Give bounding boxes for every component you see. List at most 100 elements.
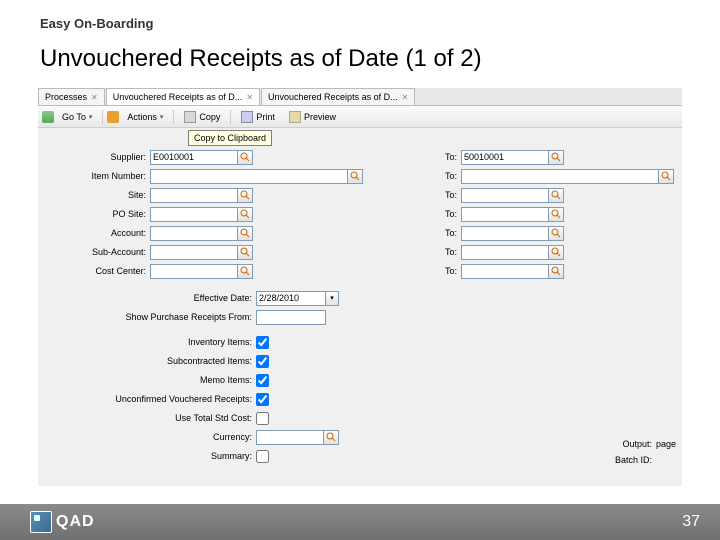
item-to-label: To: — [421, 171, 461, 181]
lookup-button[interactable] — [659, 169, 674, 184]
account-to-label: To: — [421, 228, 461, 238]
lookup-button[interactable] — [549, 245, 564, 260]
actions-button[interactable]: Actions ▾ — [121, 109, 169, 125]
chevron-down-icon: ▾ — [330, 294, 334, 302]
output-label: Output: — [606, 439, 656, 449]
batch-label: Batch ID: — [606, 455, 656, 465]
lookup-button[interactable] — [549, 207, 564, 222]
preview-button[interactable]: Preview — [283, 108, 342, 126]
print-label: Print — [256, 112, 275, 122]
memo-checkbox[interactable] — [256, 374, 269, 387]
search-icon — [240, 209, 250, 219]
separator — [173, 110, 174, 124]
lookup-button[interactable] — [238, 264, 253, 279]
site-to-input[interactable] — [461, 188, 549, 203]
account-input[interactable] — [150, 226, 238, 241]
search-icon — [326, 432, 336, 442]
site-to-label: To: — [421, 190, 461, 200]
currency-input[interactable] — [256, 430, 324, 445]
copy-button[interactable]: Copy — [178, 108, 226, 126]
goto-button[interactable]: Go To ▾ — [56, 109, 98, 125]
date-picker-button[interactable]: ▾ — [326, 291, 339, 306]
item-input[interactable] — [150, 169, 348, 184]
subaccount-input[interactable] — [150, 245, 238, 260]
costcenter-label: Cost Center: — [38, 266, 150, 276]
lookup-button[interactable] — [549, 226, 564, 241]
costcenter-input[interactable] — [150, 264, 238, 279]
search-icon — [240, 190, 250, 200]
costcenter-to-input[interactable] — [461, 264, 549, 279]
search-icon — [240, 152, 250, 162]
print-icon — [241, 111, 253, 123]
search-icon — [240, 266, 250, 276]
preview-icon — [289, 111, 301, 123]
supplier-input[interactable] — [150, 150, 238, 165]
app-window: Processes ✕ Unvouchered Receipts as of D… — [38, 88, 682, 486]
print-button[interactable]: Print — [235, 108, 281, 126]
lookup-button[interactable] — [348, 169, 363, 184]
subaccount-to-label: To: — [421, 247, 461, 257]
lookup-button[interactable] — [238, 188, 253, 203]
search-icon — [551, 247, 561, 257]
tab-processes[interactable]: Processes ✕ — [38, 88, 105, 105]
inventory-label: Inventory Items: — [38, 337, 256, 347]
tab-label: Unvouchered Receipts as of D... — [113, 92, 243, 102]
account-to-input[interactable] — [461, 226, 549, 241]
effdate-label: Effective Date: — [38, 293, 256, 303]
posite-input[interactable] — [150, 207, 238, 222]
summary-label: Summary: — [38, 451, 256, 461]
supplier-to-label: To: — [421, 152, 461, 162]
tab-unvouchered-2[interactable]: Unvouchered Receipts as of D... ✕ — [261, 88, 415, 105]
subcontracted-checkbox[interactable] — [256, 355, 269, 368]
unconfirmed-checkbox[interactable] — [256, 393, 269, 406]
lookup-button[interactable] — [324, 430, 339, 445]
form-area: Supplier: To: Item Number: To: — [38, 128, 682, 486]
lookup-button[interactable] — [549, 150, 564, 165]
usestd-label: Use Total Std Cost: — [38, 413, 256, 423]
tab-bar: Processes ✕ Unvouchered Receipts as of D… — [38, 88, 682, 106]
lookup-button[interactable] — [238, 207, 253, 222]
copy-icon — [184, 111, 196, 123]
subaccount-to-input[interactable] — [461, 245, 549, 260]
close-icon[interactable]: ✕ — [91, 93, 98, 102]
supplier-to-input[interactable] — [461, 150, 549, 165]
item-to-input[interactable] — [461, 169, 659, 184]
lookup-button[interactable] — [238, 150, 253, 165]
lookup-button[interactable] — [238, 245, 253, 260]
showfrom-label: Show Purchase Receipts From: — [38, 312, 256, 322]
subcontracted-label: Subcontracted Items: — [38, 356, 256, 366]
posite-label: PO Site: — [38, 209, 150, 219]
lookup-button[interactable] — [238, 226, 253, 241]
actions-label: Actions — [127, 112, 157, 122]
page-title: Unvouchered Receipts as of Date (1 of 2) — [0, 31, 720, 73]
goto-label: Go To — [62, 112, 86, 122]
site-input[interactable] — [150, 188, 238, 203]
logo: QAD — [30, 511, 95, 533]
separator — [102, 110, 103, 124]
page-number: 37 — [682, 513, 700, 531]
lookup-button[interactable] — [549, 188, 564, 203]
close-icon[interactable]: ✕ — [246, 93, 253, 102]
inventory-checkbox[interactable] — [256, 336, 269, 349]
search-icon — [551, 190, 561, 200]
currency-label: Currency: — [38, 432, 256, 442]
tab-unvouchered-1[interactable]: Unvouchered Receipts as of D... ✕ — [106, 88, 260, 105]
action-icon[interactable] — [107, 111, 119, 123]
usestd-checkbox[interactable] — [256, 412, 269, 425]
supplier-label: Supplier: — [38, 152, 150, 162]
back-icon[interactable] — [42, 111, 54, 123]
preview-label: Preview — [304, 112, 336, 122]
costcenter-to-label: To: — [421, 266, 461, 276]
lookup-button[interactable] — [549, 264, 564, 279]
tab-label: Unvouchered Receipts as of D... — [268, 92, 398, 102]
search-icon — [661, 171, 671, 181]
effdate-input[interactable] — [256, 291, 326, 306]
tooltip: Copy to Clipboard — [188, 130, 272, 146]
search-icon — [240, 247, 250, 257]
summary-checkbox[interactable] — [256, 450, 269, 463]
posite-to-input[interactable] — [461, 207, 549, 222]
close-icon[interactable]: ✕ — [402, 93, 409, 102]
copy-label: Copy — [199, 112, 220, 122]
toolbar: Go To ▾ Actions ▾ Copy Print Preview — [38, 106, 682, 128]
showfrom-input[interactable] — [256, 310, 326, 325]
